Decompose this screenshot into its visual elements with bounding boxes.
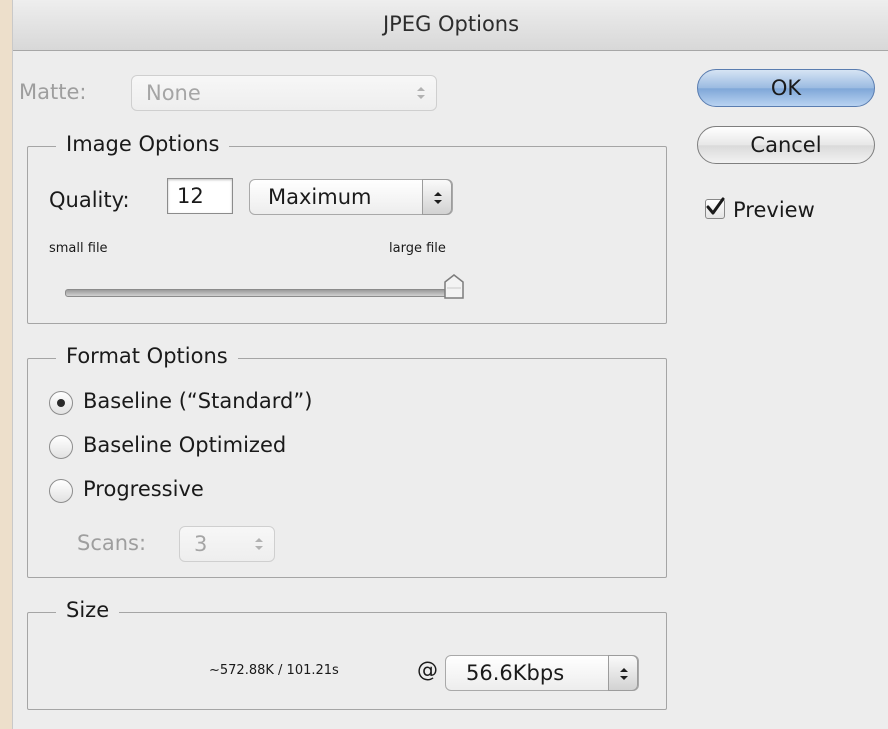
quality-label: Quality: (49, 188, 130, 212)
small-file-label: small file (49, 241, 108, 256)
scans-label: Scans: (77, 531, 147, 555)
preview-checkbox[interactable] (705, 197, 725, 219)
up-down-chevron-icon (244, 526, 274, 562)
format-options-title: Format Options (56, 344, 238, 368)
matte-value: None (146, 81, 201, 105)
image-options-title: Image Options (56, 132, 230, 156)
dialog-title: JPEG Options (382, 12, 520, 36)
download-speed-value: 56.6Kbps (466, 661, 565, 685)
scans-select: 3 (179, 526, 275, 562)
matte-label: Matte: (19, 80, 87, 104)
ok-button[interactable]: OK (697, 69, 875, 107)
baseline-optimized-label[interactable]: Baseline Optimized (83, 433, 286, 457)
checkmark-icon (706, 197, 725, 215)
quality-input[interactable]: 12 (167, 178, 233, 214)
jpeg-options-dialog: JPEG Options Matte: None Image Options Q… (12, 0, 888, 729)
quality-preset-select[interactable]: Maximum (249, 179, 453, 215)
preview-label[interactable]: Preview (733, 198, 815, 222)
up-down-chevron-icon (406, 75, 436, 111)
baseline-standard-label[interactable]: Baseline (“Standard”) (83, 389, 312, 413)
up-down-chevron-icon (608, 655, 638, 691)
matte-select: None (131, 75, 437, 111)
at-symbol: @ (417, 658, 438, 682)
baseline-optimized-radio[interactable] (49, 435, 73, 459)
quality-slider-track[interactable] (65, 289, 461, 297)
size-title: Size (56, 598, 120, 622)
title-bar: JPEG Options (13, 0, 888, 51)
scans-value: 3 (194, 532, 208, 556)
radio-selected-dot (57, 399, 65, 407)
quality-value: 12 (177, 184, 204, 208)
up-down-chevron-icon (422, 179, 452, 215)
baseline-standard-radio[interactable] (49, 391, 73, 415)
progressive-label[interactable]: Progressive (83, 477, 204, 501)
image-options-group: Image Options (27, 132, 667, 324)
slider-thumb-icon[interactable] (443, 274, 465, 300)
quality-preset-value: Maximum (268, 185, 372, 209)
progressive-radio[interactable] (49, 479, 73, 503)
size-estimate: ~572.88K / 101.21s (209, 663, 339, 678)
download-speed-select[interactable]: 56.6Kbps (445, 655, 639, 691)
large-file-label: large file (389, 241, 446, 256)
cancel-button[interactable]: Cancel (697, 126, 875, 164)
